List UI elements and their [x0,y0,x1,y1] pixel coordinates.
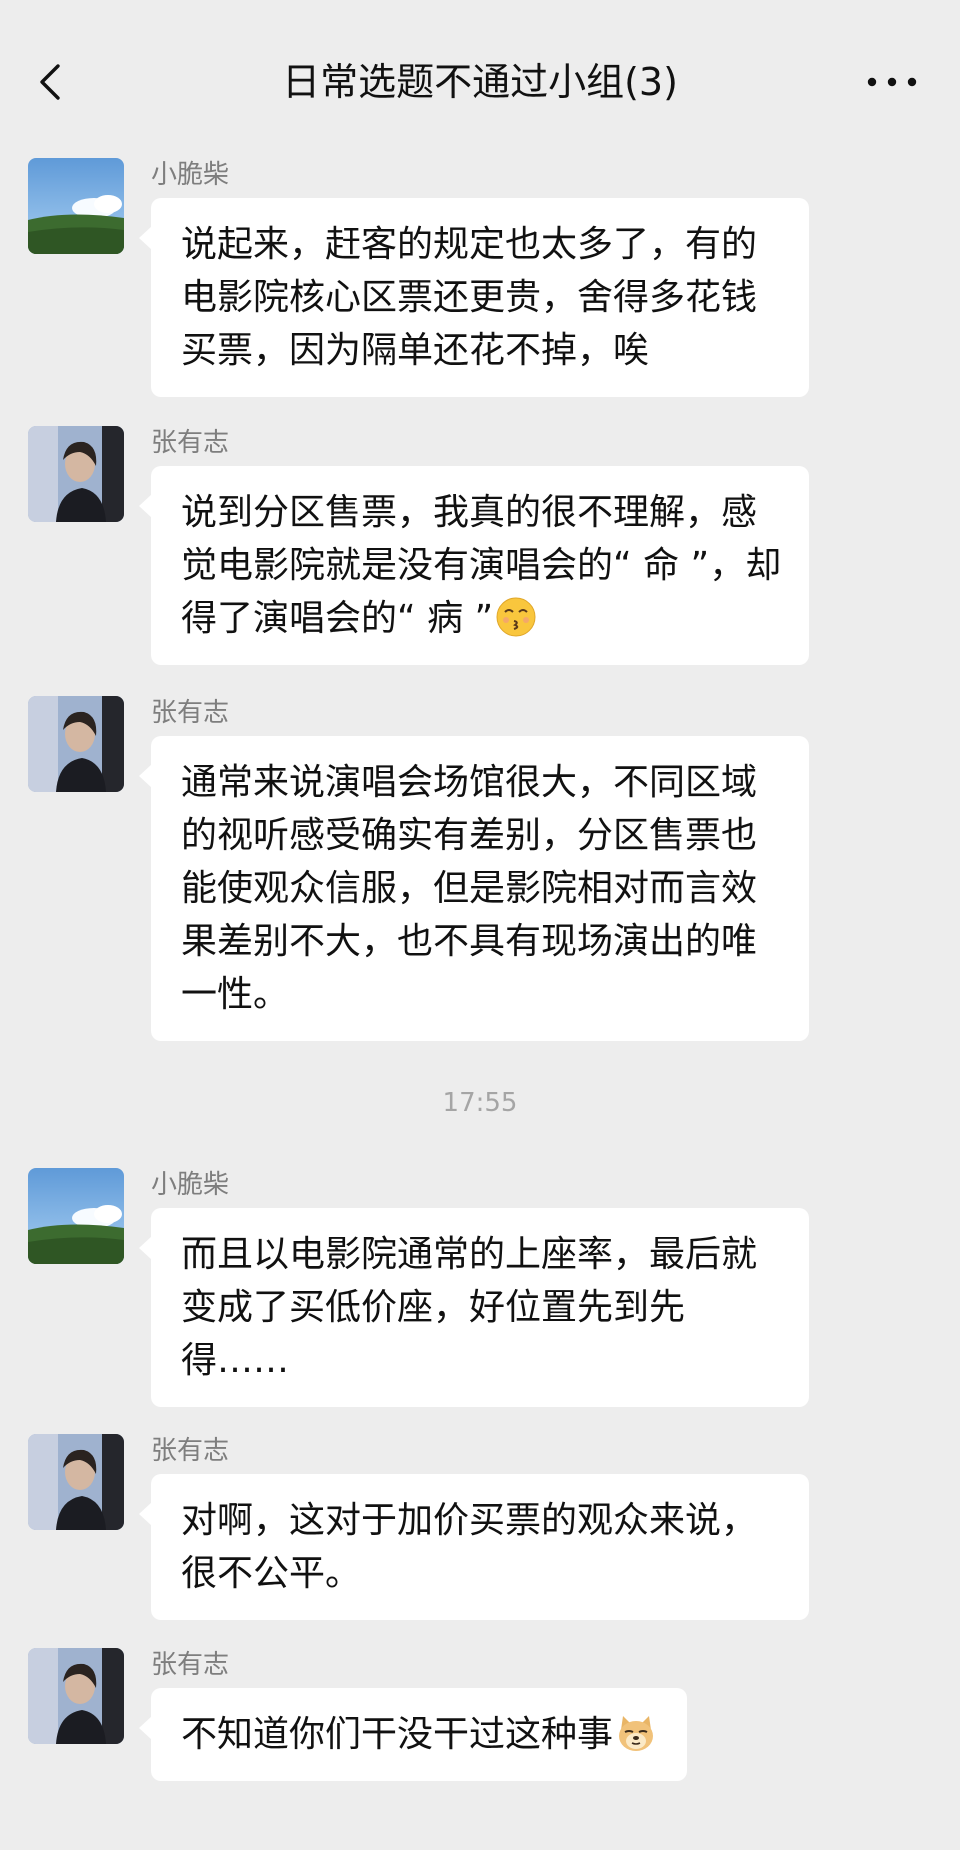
avatar[interactable] [28,696,124,792]
bubble-tail [139,494,152,518]
bubble-tail [139,1236,152,1260]
message-list: 小脆柴 说起来，赶客的规定也太多了，有的电影院核心区票还更贵，舍得多花钱买票，因… [0,158,960,1808]
portrait-avatar-icon [28,1648,124,1744]
avatar[interactable] [28,1434,124,1530]
avatar[interactable] [28,1648,124,1744]
doge-emoji-icon [619,1716,654,1751]
bubble-tail [139,1502,152,1526]
chat-message: 张有志 通常来说演唱会场馆很大，不同区域的视听感受确实有差别，分区售票也能使观众… [0,696,960,1056]
portrait-avatar-icon [28,1434,124,1530]
sender-name: 小脆柴 [151,1170,230,1200]
message-bubble[interactable]: 对啊，这对于加价买票的观众来说，很不公平。 [139,1474,809,1620]
landscape-avatar-icon [28,158,124,254]
sender-name: 张有志 [151,1436,230,1466]
avatar[interactable] [28,1168,124,1264]
landscape-avatar-icon [28,1168,124,1264]
message-text: 通常来说演唱会场馆很大，不同区域的视听感受确实有差别，分区售票也能使观众信服，但… [181,762,758,1015]
sender-name: 张有志 [151,428,230,458]
chevron-left-icon[interactable] [30,60,74,104]
portrait-avatar-icon [28,696,124,792]
message-text: 说到分区售票，我真的很不理解，感觉电影院就是没有演唱会的“ 命 ”，却得了演唱会… [181,492,782,639]
chat-title: 日常选题不通过小组(3) [282,60,678,104]
chat-message: 张有志 说到分区售票，我真的很不理解，感觉电影院就是没有演唱会的“ 命 ”，却得… [0,426,960,696]
sender-name: 张有志 [151,698,230,728]
message-bubble[interactable]: 说起来，赶客的规定也太多了，有的电影院核心区票还更贵，舍得多花钱买票，因为隔单还… [139,198,809,397]
kissing-closed-eyes-emoji-icon [496,597,536,637]
chat-message: 张有志 对啊，这对于加价买票的观众来说，很不公平。 [0,1434,960,1648]
portrait-avatar-icon [28,426,124,522]
chat-header: 日常选题不通过小组(3) [0,0,960,150]
chat-message: 小脆柴 而且以电影院通常的上座率，最后就变成了买低价座，好位置先到先得…… [0,1168,960,1434]
message-bubble[interactable]: 不知道你们干没干过这种事 [139,1688,688,1781]
avatar[interactable] [28,158,124,254]
sender-name: 小脆柴 [151,160,230,190]
chat-message: 张有志 不知道你们干没干过这种事 [0,1648,960,1808]
message-text: 对啊，这对于加价买票的观众来说，很不公平。 [181,1500,758,1594]
bubble-tail [139,1716,152,1740]
message-text: 说起来，赶客的规定也太多了，有的电影院核心区票还更贵，舍得多花钱买票，因为隔单还… [181,224,758,371]
avatar[interactable] [28,426,124,522]
message-bubble[interactable]: 而且以电影院通常的上座率，最后就变成了买低价座，好位置先到先得…… [139,1208,809,1407]
bubble-tail [139,226,152,250]
bubble-tail [139,764,152,788]
message-bubble[interactable]: 通常来说演唱会场馆很大，不同区域的视听感受确实有差别，分区售票也能使观众信服，但… [139,736,809,1041]
chat-message: 小脆柴 说起来，赶客的规定也太多了，有的电影院核心区票还更贵，舍得多花钱买票，因… [0,158,960,426]
more-dots-icon[interactable] [866,70,918,94]
message-text: 而且以电影院通常的上座率，最后就变成了买低价座，好位置先到先得…… [181,1234,758,1381]
message-text: 不知道你们干没干过这种事 [181,1714,614,1755]
message-bubble[interactable]: 说到分区售票，我真的很不理解，感觉电影院就是没有演唱会的“ 命 ”，却得了演唱会… [139,466,809,665]
sender-name: 张有志 [151,1650,230,1680]
time-divider: 17:55 [442,1088,518,1118]
